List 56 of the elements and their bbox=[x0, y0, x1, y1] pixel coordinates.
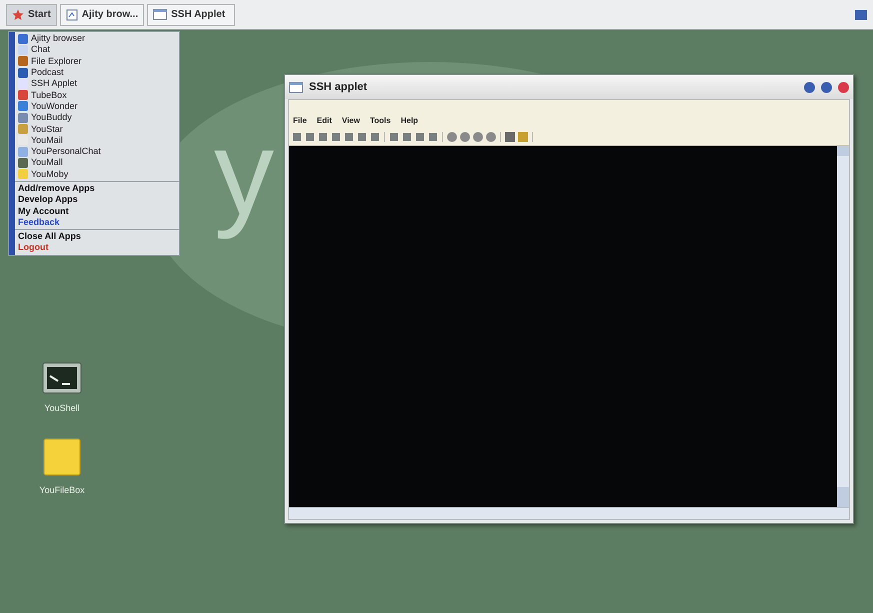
menu-item[interactable]: My Account bbox=[15, 205, 179, 217]
menu-bar-item[interactable]: View bbox=[342, 115, 360, 127]
menu-item[interactable]: Logout bbox=[15, 242, 179, 254]
menu-item[interactable]: YouMail bbox=[15, 134, 179, 146]
menu-item[interactable]: Ajitty browser bbox=[15, 33, 179, 44]
menu-item[interactable]: Develop Apps bbox=[15, 194, 179, 206]
wallpaper-logo: y bbox=[214, 105, 274, 242]
menu-item[interactable]: Add/remove Apps bbox=[15, 182, 179, 194]
desktop-icon-label[interactable]: YouFileBox bbox=[39, 484, 85, 497]
menu-item[interactable]: YouStar bbox=[15, 123, 179, 135]
window-title: SSH applet bbox=[309, 80, 368, 95]
menu-bar-item[interactable]: File bbox=[293, 115, 307, 127]
menu-item[interactable]: Close All Apps bbox=[15, 231, 179, 242]
app-icon bbox=[18, 34, 28, 44]
menu-item[interactable]: YouWonder bbox=[15, 100, 179, 112]
page-icon bbox=[66, 8, 78, 20]
star-icon bbox=[12, 8, 24, 20]
menu-item[interactable]: TubeBox bbox=[15, 89, 179, 101]
taskbar-tab[interactable]: SSH Applet bbox=[147, 4, 236, 26]
taskbar-tab[interactable]: Start bbox=[6, 4, 57, 26]
app-icon bbox=[18, 135, 28, 146]
window-icon bbox=[153, 9, 168, 20]
minimize-button[interactable] bbox=[804, 82, 815, 92]
menu-bar-item[interactable]: Help bbox=[400, 115, 418, 127]
menu-item[interactable]: SSH Applet bbox=[15, 78, 179, 90]
horizontal-scrollbar[interactable] bbox=[289, 507, 849, 519]
menu-item[interactable]: Chat bbox=[15, 44, 179, 56]
app-icon bbox=[18, 56, 28, 66]
menu-item[interactable]: YouMoby bbox=[15, 168, 179, 180]
app-icon bbox=[18, 169, 28, 180]
menu-bar-item[interactable]: Tools bbox=[370, 115, 391, 127]
app-icon bbox=[18, 101, 28, 112]
menu-item[interactable]: YouBuddy bbox=[15, 112, 179, 124]
monitor-icon bbox=[42, 362, 82, 394]
vertical-scrollbar[interactable] bbox=[837, 146, 849, 507]
menu-item[interactable]: Podcast bbox=[15, 66, 179, 78]
window-icon bbox=[289, 82, 303, 92]
menu-item[interactable]: YouMall bbox=[15, 157, 179, 169]
app-icon bbox=[18, 124, 28, 134]
app-icon bbox=[18, 68, 28, 78]
menu-item[interactable]: File Explorer bbox=[15, 56, 179, 67]
app-icon bbox=[18, 146, 28, 157]
taskbar-tab[interactable]: Ajity brow... bbox=[60, 4, 144, 26]
screen-icon[interactable] bbox=[855, 10, 867, 20]
menu-item[interactable]: Feedback bbox=[15, 216, 179, 228]
close-button[interactable] bbox=[838, 82, 849, 92]
app-icon bbox=[18, 112, 28, 123]
app-icon bbox=[18, 44, 28, 55]
app-icon bbox=[18, 90, 28, 100]
menu-item[interactable]: YouPersonalChat bbox=[15, 146, 179, 158]
app-icon bbox=[18, 78, 28, 89]
app-icon bbox=[18, 158, 28, 168]
maximize-button[interactable] bbox=[821, 82, 832, 92]
folder-icon bbox=[42, 438, 81, 476]
menu-bar-item[interactable]: Edit bbox=[316, 115, 332, 127]
desktop-icon-label[interactable]: YouShell bbox=[44, 402, 80, 416]
